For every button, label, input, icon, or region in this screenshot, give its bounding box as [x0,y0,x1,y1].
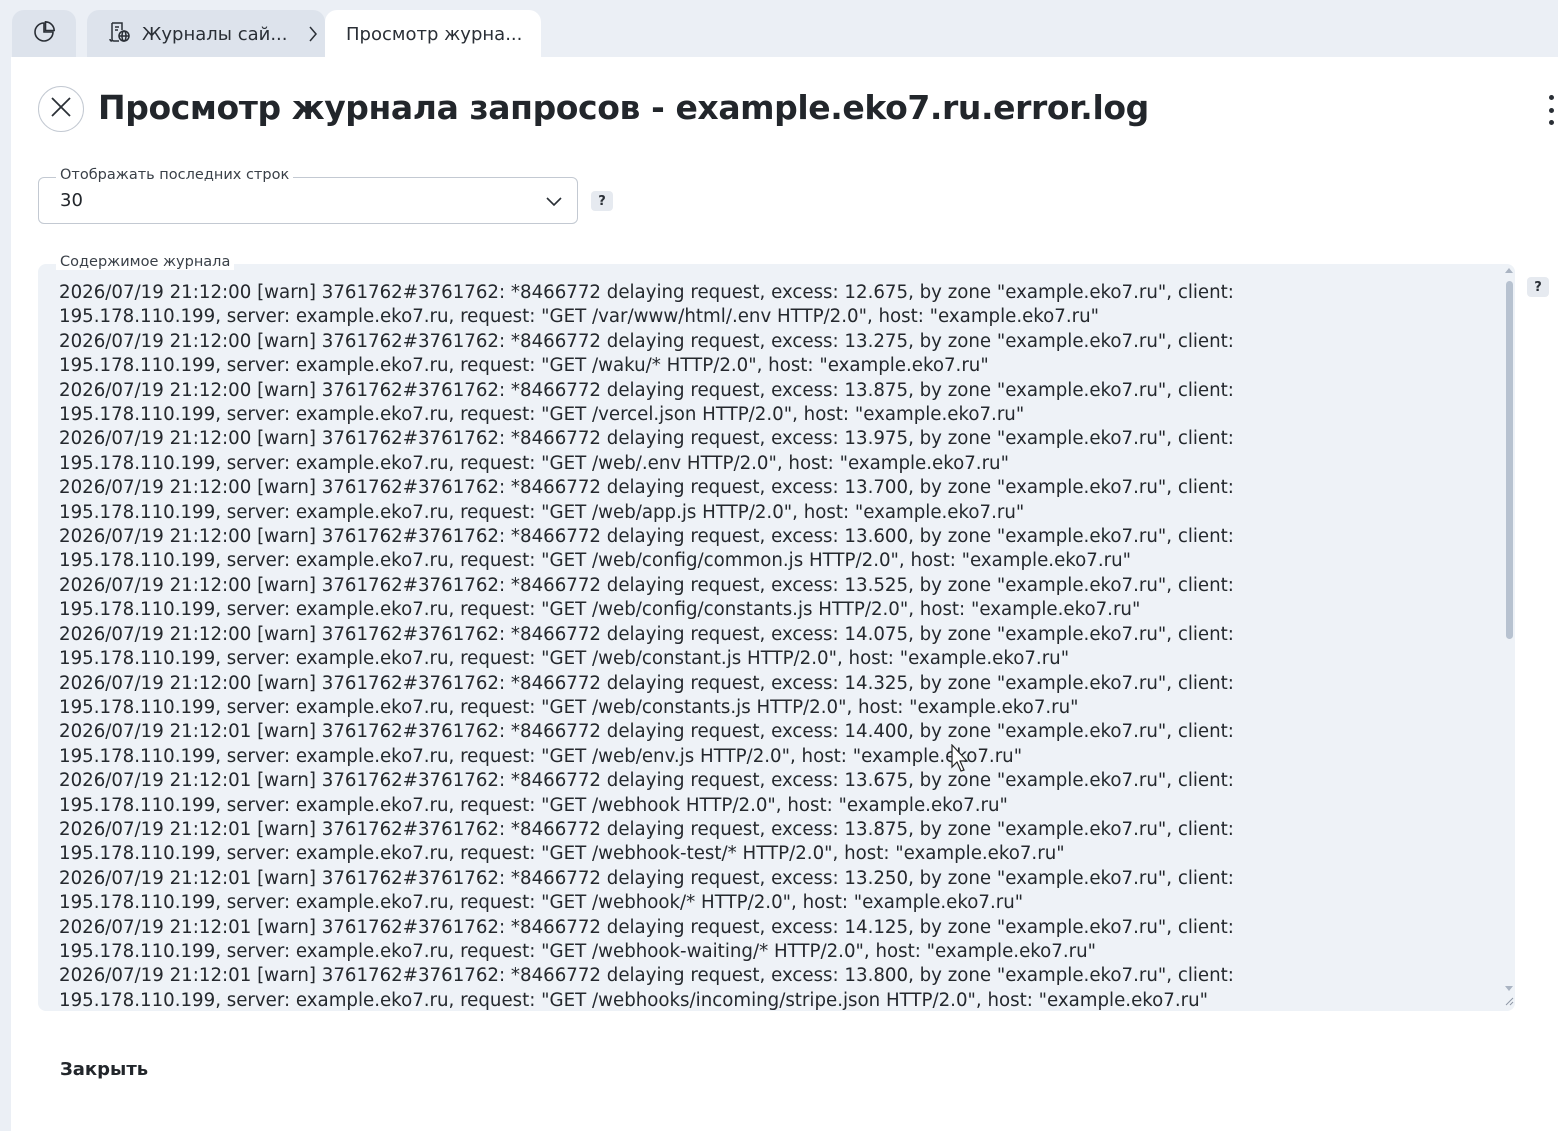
log-line: 2026/07/19 21:12:00 [warn] 3761762#37617… [59,623,1234,670]
tab-site-logs-label: Журналы сай... [142,23,288,45]
close-button[interactable]: Закрыть [60,1059,148,1080]
log-line: 2026/07/19 21:12:01 [warn] 3761762#37617… [59,916,1234,962]
breadcrumb-chevron-icon [307,24,319,48]
log-content-area[interactable]: 2026/07/19 21:12:00 [warn] 3761762#37617… [38,264,1515,1011]
log-content-label: Содержимое журнала [56,254,235,270]
log-line: 2026/07/19 21:12:01 [warn] 3761762#37617… [59,818,1234,865]
tab-log-view[interactable]: Просмотр журна... [325,10,541,58]
close-icon [50,96,72,122]
log-line: 2026/07/19 21:12:00 [warn] 3761762#37617… [59,428,1234,474]
lines-count-value: 30 [60,190,83,211]
lines-count-select[interactable]: 30 [38,177,578,224]
tab-site-logs[interactable]: Журналы сай... [87,10,325,58]
log-line: 2026/07/19 21:12:00 [warn] 3761762#37617… [59,330,1234,377]
lines-count-help-icon[interactable]: ? [591,191,613,211]
mouse-cursor-icon [951,743,971,778]
log-line: 2026/07/19 21:12:00 [warn] 3761762#37617… [59,526,1234,572]
tab-home[interactable] [12,10,76,58]
pie-chart-icon [32,20,56,48]
log-line: 2026/07/19 21:12:00 [warn] 3761762#37617… [59,282,1234,328]
resize-grip-icon[interactable] [1504,991,1514,1010]
scroll-thumb[interactable] [1506,281,1513,639]
log-scrollbar[interactable] [1503,264,1515,1011]
log-line: 2026/07/19 21:12:01 [warn] 3761762#37617… [59,721,1234,767]
log-line: 2026/07/19 21:12:00 [warn] 3761762#37617… [59,672,1234,718]
logs-globe-icon [107,20,131,48]
log-lines: 2026/07/19 21:12:00 [warn] 3761762#37617… [59,281,1399,1011]
lines-count-label: Отображать последних строк [56,167,294,183]
page-title: Просмотр журнала запросов - example.eko7… [98,88,1149,127]
tab-log-view-label: Просмотр журна... [346,23,523,45]
log-line: 2026/07/19 21:12:01 [warn] 3761762#37617… [59,965,1234,1011]
log-line: 2026/07/19 21:12:01 [warn] 3761762#37617… [59,770,1234,816]
more-vertical-icon[interactable] [1544,95,1558,125]
dialog-panel: Просмотр журнала запросов - example.eko7… [11,57,1558,1131]
log-line: 2026/07/19 21:12:00 [warn] 3761762#37617… [59,379,1234,426]
log-line: 2026/07/19 21:12:01 [warn] 3761762#37617… [59,867,1234,914]
log-line: 2026/07/19 21:12:00 [warn] 3761762#37617… [59,574,1234,621]
log-line: 2026/07/19 21:12:00 [warn] 3761762#37617… [59,477,1234,523]
scroll-up-icon[interactable] [1505,268,1513,273]
close-dialog-button[interactable] [38,86,84,132]
log-help-icon[interactable]: ? [1527,277,1549,297]
chevron-down-icon [545,192,563,214]
